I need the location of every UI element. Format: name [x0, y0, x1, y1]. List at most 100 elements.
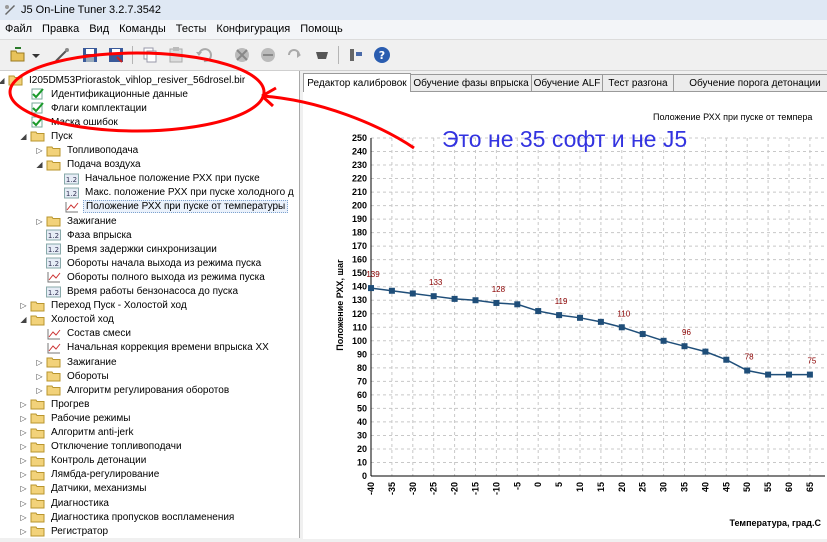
tree-item-label: Обороты полного выхода из режима пуска [67, 271, 265, 283]
menu-view[interactable]: Вид [84, 20, 114, 39]
tree-folder[interactable]: ▷ Лямбда-регулирование [19, 468, 161, 482]
x-tick-label: 15 [596, 482, 606, 492]
tree-item[interactable]: Идентификационные данные [30, 87, 190, 101]
disconnect-icon[interactable] [258, 45, 278, 65]
expand-icon[interactable]: ▷ [19, 484, 28, 493]
menu-help[interactable]: Помощь [295, 20, 348, 39]
tree-item[interactable]: 1.2 Макс. положение РХХ при пуске холодно… [64, 186, 296, 200]
folder-icon [46, 385, 61, 396]
tree-item[interactable]: Начальная коррекция времени впрыска ХХ [46, 341, 271, 355]
tree-folder[interactable]: ▷ Рабочие режимы [19, 411, 132, 425]
tree-folder[interactable]: ▷ Зажигание [35, 214, 119, 228]
settings-icon[interactable] [346, 45, 366, 65]
tree-folder[interactable]: ◢ Пуск [19, 129, 74, 143]
tree-folder[interactable]: ◢ Подача воздуха [35, 158, 143, 172]
menu-tests[interactable]: Тесты [171, 20, 212, 39]
expand-icon[interactable]: ▷ [19, 301, 28, 310]
expand-icon[interactable]: ▷ [19, 456, 28, 465]
tree-folder[interactable]: ▷ Диагностика [19, 496, 111, 510]
wand-icon[interactable] [52, 45, 72, 65]
collapse-icon[interactable]: ◢ [35, 160, 44, 169]
data-point [660, 337, 667, 344]
menu-edit[interactable]: Правка [37, 20, 84, 39]
data-point [451, 295, 458, 302]
data-label: 128 [492, 285, 506, 294]
tab-1[interactable]: Обучение фазы впрыска [410, 74, 532, 91]
x-tick-label: -25 [429, 482, 439, 495]
tree-folder[interactable]: ▷ Зажигание [35, 355, 119, 369]
save-icon[interactable] [80, 45, 100, 65]
y-tick-label: 120 [352, 309, 367, 319]
data-label: 75 [807, 357, 816, 366]
chart: Положение РХХ при пуске от темпера 0 10 20 3… [335, 112, 825, 528]
tree-folder[interactable]: ▷ Контроль детонации [19, 454, 148, 468]
tree-item-label: Фаза впрыска [67, 229, 132, 241]
paste-icon[interactable] [166, 45, 186, 65]
tab-3[interactable]: Тест разгона [602, 74, 674, 91]
expand-icon[interactable]: ▷ [19, 400, 28, 409]
dropdown-icon[interactable] [30, 45, 42, 65]
tree-item[interactable]: 1.2 Время задержки синхронизации [46, 242, 219, 256]
tree-item[interactable]: 1.2 Начальное положение РХХ при пуске [64, 172, 262, 186]
expand-icon[interactable]: ▷ [19, 414, 28, 423]
expand-icon[interactable]: ▷ [35, 386, 44, 395]
expand-icon[interactable]: ▷ [19, 527, 28, 536]
tree-item[interactable]: Флаги комплектации [30, 101, 149, 115]
tree-folder[interactable]: ▷ Прогрев [19, 397, 91, 411]
tree-folder[interactable]: ▷ Алгоритм anti-jerk [19, 426, 135, 440]
copy-icon[interactable] [140, 45, 160, 65]
x-tick-label: 60 [784, 482, 794, 492]
expand-icon[interactable]: ▷ [35, 358, 44, 367]
tab-0[interactable]: Редактор калибровок [303, 73, 411, 92]
data-point [514, 301, 521, 308]
y-tick-label: 160 [352, 255, 367, 265]
expand-icon[interactable]: ▷ [19, 442, 28, 451]
menu-commands[interactable]: Команды [114, 20, 171, 39]
tree-folder[interactable]: ▷ Отключение топливоподачи [19, 440, 184, 454]
tree-folder[interactable]: ▷ Диагностика пропусков воспламенения [19, 510, 236, 524]
undo-icon[interactable] [194, 45, 214, 65]
data-point [681, 343, 688, 350]
expand-icon[interactable]: ▷ [35, 372, 44, 381]
tree-item-label: Алгоритм регулирования оборотов [67, 384, 230, 396]
tree-folder[interactable]: ◢ Холостой ход [19, 313, 116, 327]
expand-icon[interactable]: ▷ [35, 146, 44, 155]
tree-folder[interactable]: ▷ Обороты [35, 369, 111, 383]
x-tick-label: -5 [512, 482, 522, 490]
collapse-icon[interactable]: ◢ [0, 76, 6, 85]
tree-item[interactable]: 1.2 Обороты начала выхода из режима пуска [46, 256, 263, 270]
tree-item[interactable]: Положение РХХ при пуске от температуры [64, 200, 289, 214]
tree-folder[interactable]: ▷ Алгоритм регулирования оборотов [35, 383, 231, 397]
connect-icon[interactable] [232, 45, 252, 65]
expand-icon[interactable]: ▷ [19, 499, 28, 508]
tree-item[interactable]: Обороты полного выхода из режима пуска [46, 270, 267, 284]
refresh-icon[interactable] [284, 45, 304, 65]
open-icon[interactable] [8, 45, 28, 65]
expand-icon[interactable]: ▷ [35, 217, 44, 226]
tree-item[interactable]: Маска ошибок [30, 115, 120, 129]
chip-icon[interactable] [312, 45, 332, 65]
tree-folder[interactable]: ▷ Переход Пуск - Холостой ход [19, 299, 189, 313]
tab-2[interactable]: Обучение ALF [531, 74, 603, 91]
tree-folder[interactable]: ◢ I205DM53Priorastok_vihlop_resiver_56dro… [0, 73, 247, 87]
collapse-icon[interactable]: ◢ [19, 132, 28, 141]
tree-folder[interactable]: ▷ Датчики, механизмы [19, 482, 148, 496]
expand-icon[interactable]: ▷ [19, 513, 28, 522]
tree-item[interactable]: 1.2 Фаза впрыска [46, 228, 134, 242]
data-point [639, 331, 646, 338]
menu-configuration[interactable]: Конфигурация [211, 20, 295, 39]
tree-folder[interactable]: ▷ Топливоподача [35, 144, 140, 158]
tree-item[interactable]: Состав смеси [46, 327, 133, 341]
menu-file[interactable]: Файл [0, 20, 37, 39]
tab-4[interactable]: Обучение порога детонации [673, 74, 827, 91]
folder-icon [30, 315, 45, 326]
folder-icon [46, 216, 61, 227]
help-icon[interactable]: ? [372, 45, 392, 65]
save-as-icon[interactable] [106, 45, 126, 65]
tree-item[interactable]: 1.2 Время работы бензонасоса до пуска [46, 285, 240, 299]
tree-folder[interactable]: ▷ Регистратор [19, 524, 110, 538]
data-point [786, 371, 792, 378]
expand-icon[interactable]: ▷ [19, 470, 28, 479]
collapse-icon[interactable]: ◢ [19, 315, 28, 324]
expand-icon[interactable]: ▷ [19, 428, 28, 437]
